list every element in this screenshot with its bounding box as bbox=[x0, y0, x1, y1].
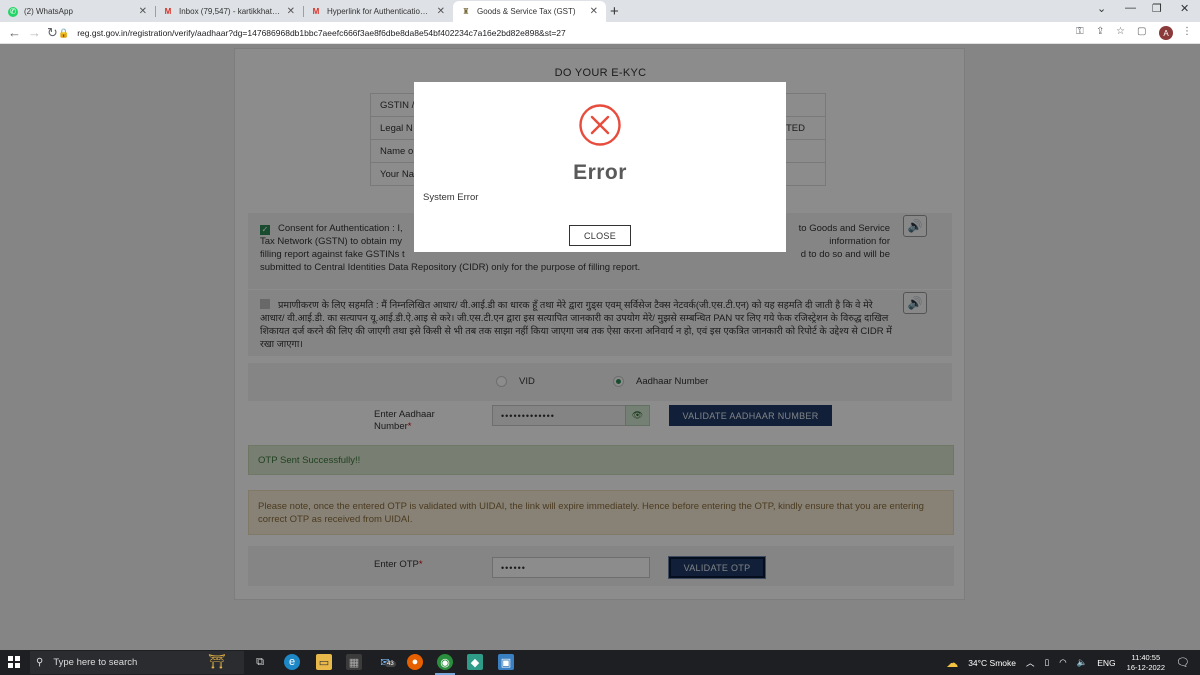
minimize-icon[interactable]: — bbox=[1125, 2, 1136, 14]
photos-app-icon[interactable]: ▣ bbox=[498, 654, 514, 670]
volume-icon[interactable]: 🔈 bbox=[1077, 657, 1088, 668]
new-tab-button[interactable]: + bbox=[610, 3, 619, 20]
gst-emblem-icon: ♜ bbox=[462, 7, 470, 16]
window-icon[interactable]: ▢ bbox=[1137, 26, 1146, 37]
tab-whatsapp[interactable]: ✆ (2) WhatsApp ✕ bbox=[0, 1, 155, 22]
close-button[interactable]: CLOSE bbox=[569, 225, 631, 246]
file-explorer-icon[interactable]: ▭ bbox=[316, 654, 332, 670]
temple-illustration-icon: ⛩ bbox=[208, 653, 226, 669]
address-bar[interactable]: 🔒 reg.gst.gov.in/registration/verify/aad… bbox=[58, 24, 1138, 42]
close-icon[interactable]: ✕ bbox=[287, 6, 295, 17]
search-icon: ⚲ bbox=[36, 657, 44, 668]
dialog-message: System Error bbox=[423, 192, 479, 203]
close-icon[interactable]: ✕ bbox=[139, 6, 147, 17]
url-text: reg.gst.gov.in/registration/verify/aadha… bbox=[77, 28, 566, 38]
browser-toolbar: ← → ↻ 🔒 reg.gst.gov.in/registration/veri… bbox=[0, 22, 1200, 44]
tab-title: Hyperlink for Authentication of ... bbox=[327, 7, 431, 16]
battery-icon[interactable]: ▯ bbox=[1045, 657, 1050, 668]
profile-avatar[interactable]: A bbox=[1159, 26, 1173, 40]
task-view-icon[interactable]: ⧉ bbox=[252, 654, 268, 670]
windows-taskbar: ⚲ Type here to search ⛩ ⧉ e ▭ ▦ ✉ 43 ● ◉… bbox=[0, 650, 1200, 675]
weather-text[interactable]: 34°C Smoke bbox=[968, 658, 1016, 668]
gmail-icon: M bbox=[164, 7, 172, 16]
tab-title: Inbox (79,547) - kartikkhatiwala@... bbox=[179, 7, 281, 16]
clock[interactable]: 11:40:55 16-12-2022 bbox=[1127, 653, 1165, 673]
mail-badge: 43 bbox=[385, 661, 396, 667]
clock-time: 11:40:55 bbox=[1131, 652, 1161, 662]
clock-date: 16-12-2022 bbox=[1126, 662, 1166, 672]
taskbar-search[interactable]: ⚲ Type here to search ⛩ bbox=[30, 651, 244, 674]
error-circle-x-icon bbox=[579, 104, 621, 146]
windows-start-icon[interactable] bbox=[8, 656, 20, 668]
chrome-icon[interactable]: ◉ bbox=[435, 654, 455, 675]
close-icon[interactable]: ✕ bbox=[437, 6, 445, 17]
tab-title: Goods & Service Tax (GST) bbox=[477, 7, 576, 16]
dialog-heading: Error bbox=[573, 161, 627, 184]
tab-title: (2) WhatsApp bbox=[24, 7, 73, 16]
forward-arrow-icon[interactable]: → bbox=[28, 25, 41, 40]
share-icon[interactable]: ⇪ bbox=[1096, 26, 1104, 37]
close-icon[interactable]: ✕ bbox=[590, 6, 598, 17]
lock-icon: 🔒 bbox=[58, 27, 70, 38]
reload-icon[interactable]: ↻ bbox=[47, 25, 58, 41]
error-dialog: Error System Error CLOSE bbox=[414, 82, 786, 252]
mail-icon[interactable]: ✉ 43 bbox=[377, 654, 396, 670]
system-tray: ☁ 34°C Smoke ︿ ▯ ◠ 🔈 ENG 11:40:55 16-12-… bbox=[941, 650, 1200, 675]
tab-gmail-inbox[interactable]: M Inbox (79,547) - kartikkhatiwala@... ✕ bbox=[155, 1, 303, 22]
tab-search-icon[interactable]: ⌄ bbox=[1097, 2, 1106, 15]
store-icon[interactable]: ▦ bbox=[346, 654, 362, 670]
cube-app-icon[interactable]: ◆ bbox=[467, 654, 483, 670]
close-window-icon[interactable]: ✕ bbox=[1180, 2, 1189, 15]
gmail-icon: M bbox=[312, 7, 320, 16]
notification-icon[interactable]: 🗨 bbox=[1176, 656, 1190, 669]
chevron-up-icon[interactable]: ︿ bbox=[1026, 657, 1035, 669]
restore-icon[interactable]: ❐ bbox=[1152, 2, 1162, 15]
bookmark-star-icon[interactable]: ☆ bbox=[1116, 26, 1125, 37]
browser-tab-strip: ✆ (2) WhatsApp ✕ M Inbox (79,547) - kart… bbox=[0, 0, 1200, 22]
tab-gst[interactable]: ♜ Goods & Service Tax (GST) ✕ bbox=[453, 1, 606, 22]
tab-gmail-hyperlink[interactable]: M Hyperlink for Authentication of ... ✕ bbox=[303, 1, 453, 22]
weather-icon: ☁ bbox=[946, 655, 959, 670]
menu-kebab-icon[interactable]: ⋮ bbox=[1182, 26, 1192, 37]
firefox-icon[interactable]: ● bbox=[407, 654, 423, 670]
language-indicator[interactable]: ENG bbox=[1097, 658, 1115, 668]
edge-browser-icon[interactable]: e bbox=[284, 654, 300, 670]
key-icon[interactable]: ⚿ bbox=[1076, 26, 1084, 37]
search-placeholder: Type here to search bbox=[53, 657, 138, 668]
back-arrow-icon[interactable]: ← bbox=[8, 25, 21, 40]
wifi-icon[interactable]: ◠ bbox=[1059, 657, 1066, 668]
whatsapp-icon: ✆ bbox=[8, 6, 18, 17]
